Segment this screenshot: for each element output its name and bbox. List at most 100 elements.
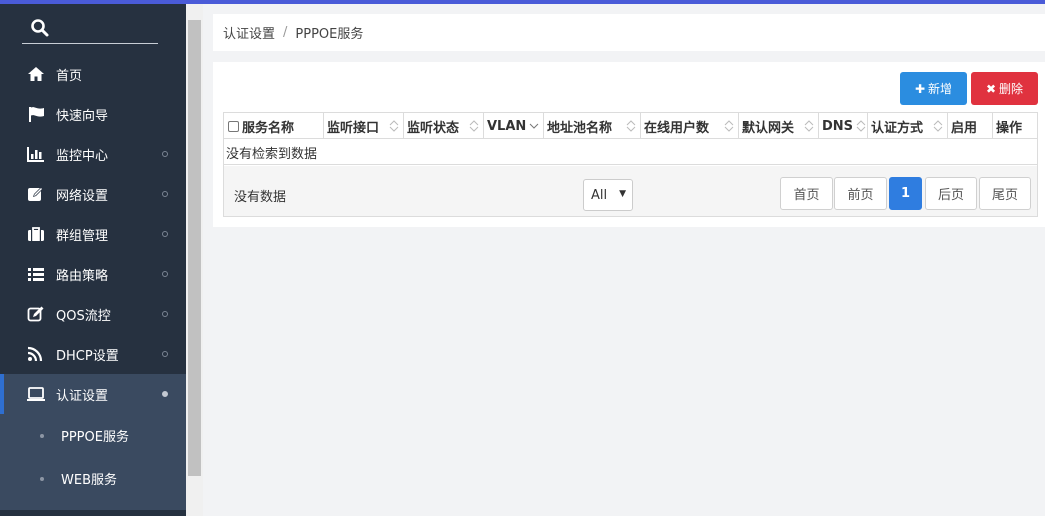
sidebar-subitem-label: WEB服务 bbox=[61, 473, 117, 488]
laptop-icon bbox=[26, 385, 46, 403]
sidebar-subitem-pppoe[interactable]: PPPOE服务 bbox=[0, 414, 186, 457]
add-button[interactable]: ✚ 新增 bbox=[900, 72, 967, 105]
sidebar-item-label: 快速向导 bbox=[56, 108, 109, 124]
delete-button-label: 删除 bbox=[999, 82, 1024, 96]
scrollbar-thumb[interactable] bbox=[188, 20, 201, 476]
column-header-vlan[interactable]: VLAN bbox=[484, 113, 544, 139]
data-table: 服务名称 监听接口 监听状态 VLAN 地址池名称 在线用户数 默认网关 DNS… bbox=[223, 112, 1038, 217]
sidebar-item-label: 群组管理 bbox=[56, 228, 109, 244]
content-panel: ✚ 新增 ✖ 删除 服务名称 监听接口 监听状态 VLAN 地址池名称 在线用户… bbox=[213, 62, 1045, 227]
expand-indicator bbox=[162, 271, 168, 277]
breadcrumb: 认证设置 / PPPOE服务 bbox=[213, 14, 1045, 51]
sidebar-subitem-label: PPPOE服务 bbox=[61, 430, 129, 445]
sidebar-item-home[interactable]: 首页 bbox=[0, 54, 186, 94]
sidebar-item-dhcp[interactable]: DHCP设置 bbox=[0, 334, 186, 374]
sidebar-item-label: QOS流控 bbox=[56, 308, 111, 324]
column-header-enabled: 启用 bbox=[948, 113, 993, 139]
plus-icon: ✚ bbox=[914, 81, 926, 96]
table-footer: 没有数据 All ▼ 首页 前页 1 后页 尾页 bbox=[224, 166, 1037, 216]
sort-icon[interactable] bbox=[469, 119, 479, 133]
sort-icon[interactable] bbox=[626, 119, 636, 133]
page-size-value: All bbox=[591, 187, 608, 203]
sidebar-item-qos[interactable]: QOS流控 bbox=[0, 294, 186, 334]
sidebar-item-routing[interactable]: 路由策略 bbox=[0, 254, 186, 294]
column-label: 操作 bbox=[996, 120, 1023, 136]
expand-indicator bbox=[162, 391, 168, 397]
current-page-button[interactable]: 1 bbox=[889, 177, 922, 210]
sort-icon[interactable] bbox=[389, 119, 399, 133]
expand-indicator bbox=[162, 151, 168, 157]
sidebar-item-label: 认证设置 bbox=[56, 388, 109, 404]
first-page-button[interactable]: 首页 bbox=[780, 177, 833, 210]
column-label: 认证方式 bbox=[871, 120, 924, 136]
add-button-label: 新增 bbox=[928, 82, 953, 96]
last-page-button[interactable]: 尾页 bbox=[979, 177, 1031, 210]
sort-icon[interactable] bbox=[856, 119, 866, 133]
sidebar-item-groups[interactable]: 群组管理 bbox=[0, 214, 186, 254]
sidebar-item-auth[interactable]: 认证设置 bbox=[0, 374, 186, 414]
column-header-online-users[interactable]: 在线用户数 bbox=[641, 113, 739, 139]
column-label: 默认网关 bbox=[742, 120, 795, 136]
sort-icon[interactable] bbox=[724, 119, 734, 133]
table-header: 服务名称 监听接口 监听状态 VLAN 地址池名称 在线用户数 默认网关 DNS… bbox=[224, 113, 1037, 139]
sidebar-menu: 首页 快速向导 监控中心 网络设置 群组管理 路由策略 QOS流控 DHCP设置… bbox=[0, 54, 186, 510]
expand-indicator bbox=[162, 191, 168, 197]
breadcrumb-separator: / bbox=[283, 25, 288, 40]
sidebar-subitem-truncated bbox=[0, 500, 186, 510]
bullet-icon bbox=[40, 477, 44, 481]
page-size-select[interactable]: All ▼ bbox=[583, 179, 633, 211]
sidebar-item-monitor[interactable]: 监控中心 bbox=[0, 134, 186, 174]
column-label: 地址池名称 bbox=[547, 120, 613, 136]
sidebar-search[interactable] bbox=[22, 14, 158, 44]
search-icon[interactable] bbox=[30, 18, 50, 38]
column-header-default-gateway[interactable]: 默认网关 bbox=[739, 113, 819, 139]
sidebar-item-label: 监控中心 bbox=[56, 148, 109, 164]
sort-desc-icon[interactable] bbox=[529, 119, 539, 133]
sidebar-item-label: 网络设置 bbox=[56, 188, 109, 204]
sidebar-scrollbar[interactable] bbox=[186, 4, 203, 516]
caret-down-icon: ▼ bbox=[619, 189, 626, 199]
column-label: VLAN bbox=[487, 118, 527, 134]
column-header-actions: 操作 bbox=[993, 113, 1037, 139]
sort-icon[interactable] bbox=[804, 119, 814, 133]
bar-chart-icon bbox=[26, 145, 46, 163]
edit-icon bbox=[26, 185, 46, 203]
sidebar-item-quick-guide[interactable]: 快速向导 bbox=[0, 94, 186, 134]
empty-table-message: 没有检索到数据 bbox=[224, 140, 1037, 165]
delete-button[interactable]: ✖ 删除 bbox=[971, 72, 1038, 105]
sidebar-subitem-web[interactable]: WEB服务 bbox=[0, 457, 186, 500]
breadcrumb-parent[interactable]: 认证设置 bbox=[223, 23, 275, 42]
sidebar-item-network[interactable]: 网络设置 bbox=[0, 174, 186, 214]
prev-page-button[interactable]: 前页 bbox=[834, 177, 887, 210]
sidebar-item-label: 首页 bbox=[56, 68, 83, 84]
briefcase-icon bbox=[26, 225, 46, 243]
column-header-listen-interface[interactable]: 监听接口 bbox=[324, 113, 404, 139]
sidebar-item-label: DHCP设置 bbox=[56, 348, 119, 364]
sidebar-submenu-auth: PPPOE服务 WEB服务 bbox=[0, 414, 186, 510]
column-header-dns[interactable]: DNS bbox=[819, 113, 868, 139]
expand-indicator bbox=[162, 231, 168, 237]
no-data-label: 没有数据 bbox=[234, 190, 287, 205]
sidebar: 首页 快速向导 监控中心 网络设置 群组管理 路由策略 QOS流控 DHCP设置… bbox=[0, 4, 186, 516]
bullet-icon bbox=[40, 434, 44, 438]
column-label: 监听状态 bbox=[407, 120, 460, 136]
column-header-auth-method[interactable]: 认证方式 bbox=[868, 113, 948, 139]
flag-icon bbox=[26, 105, 46, 123]
column-header-listen-status[interactable]: 监听状态 bbox=[404, 113, 484, 139]
next-page-button[interactable]: 后页 bbox=[925, 177, 977, 210]
column-label: DNS bbox=[822, 118, 854, 134]
close-icon: ✖ bbox=[985, 81, 997, 96]
column-label: 监听接口 bbox=[327, 120, 380, 136]
expand-indicator bbox=[162, 311, 168, 317]
column-header-pool-name[interactable]: 地址池名称 bbox=[544, 113, 641, 139]
sidebar-item-label: 路由策略 bbox=[56, 268, 109, 284]
list-icon bbox=[26, 265, 46, 283]
select-all-checkbox[interactable] bbox=[228, 120, 239, 132]
breadcrumb-current: PPPOE服务 bbox=[295, 27, 364, 42]
column-label: 在线用户数 bbox=[644, 120, 710, 136]
sort-icon[interactable] bbox=[933, 119, 943, 133]
rss-icon bbox=[26, 345, 46, 363]
column-header-service-name[interactable]: 服务名称 bbox=[224, 113, 324, 139]
home-icon bbox=[26, 65, 46, 83]
column-label: 服务名称 bbox=[242, 120, 295, 136]
